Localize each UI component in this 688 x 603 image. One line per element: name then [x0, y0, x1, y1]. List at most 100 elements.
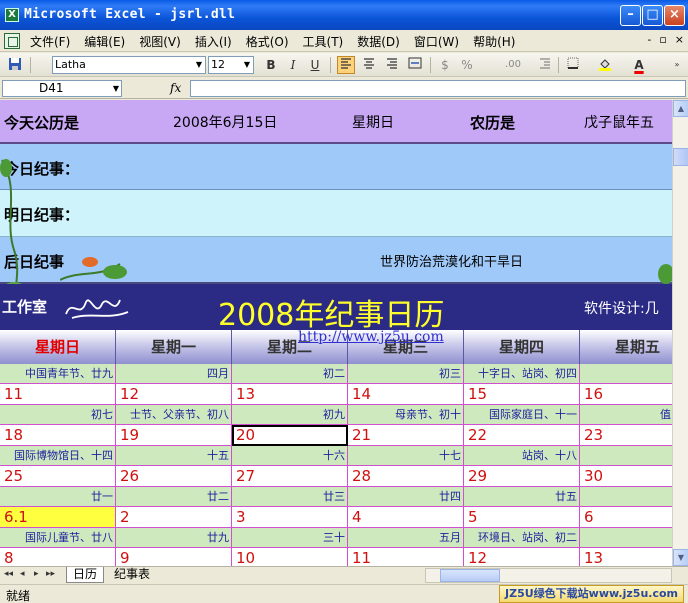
lunar-cell[interactable]: 十七 — [348, 446, 464, 466]
lunar-cell[interactable]: 廿五 — [464, 487, 580, 507]
date-cell[interactable]: 15 — [464, 384, 580, 405]
workbook-icon[interactable] — [4, 33, 20, 49]
date-cell[interactable]: 29 — [464, 466, 580, 487]
name-box[interactable]: D41 ▼ — [2, 80, 122, 97]
lunar-cell[interactable]: 初二 — [232, 364, 348, 384]
toolbar-options-icon[interactable]: » — [668, 56, 686, 74]
date-cell[interactable]: 22 — [464, 425, 580, 446]
lunar-cell[interactable]: 中国青年节、廿九 — [0, 364, 116, 384]
weekday-header-cell[interactable]: 星期四 — [464, 330, 580, 364]
menu-item-2[interactable]: 视图(V) — [139, 33, 181, 50]
date-cell[interactable]: 13 — [232, 384, 348, 405]
date-cell[interactable]: 6 — [580, 507, 672, 528]
menu-item-5[interactable]: 工具(T) — [303, 33, 344, 50]
date-cell[interactable]: 4 — [348, 507, 464, 528]
italic-button[interactable]: I — [284, 56, 302, 74]
tab-events[interactable]: 纪事表 — [108, 567, 156, 583]
lunar-cell[interactable]: 三十 — [232, 528, 348, 548]
weekday-header-cell[interactable]: 星期日 — [0, 330, 116, 364]
date-cell[interactable]: 11 — [0, 384, 116, 405]
date-cell[interactable]: 8 — [0, 548, 116, 566]
lunar-cell[interactable]: 初九 — [232, 405, 348, 425]
menu-item-1[interactable]: 编辑(E) — [84, 33, 125, 50]
date-cell[interactable]: 28 — [348, 466, 464, 487]
vertical-scrollbar[interactable]: ▲ ▼ — [672, 100, 688, 566]
date-cell[interactable]: 18 — [0, 425, 116, 446]
weekday-header-cell[interactable]: 星期五 — [580, 330, 672, 364]
lunar-cell[interactable]: 初三 — [348, 364, 464, 384]
date-cell[interactable]: 23 — [580, 425, 672, 446]
date-cell[interactable]: 13 — [580, 548, 672, 566]
menu-item-8[interactable]: 帮助(H) — [473, 33, 515, 50]
menu-item-3[interactable]: 插入(I) — [195, 33, 232, 50]
date-cell[interactable]: 10 — [232, 548, 348, 566]
lunar-cell[interactable]: 廿四 — [348, 487, 464, 507]
close-button[interactable]: × — [664, 5, 685, 26]
lunar-cell[interactable]: 初七 — [0, 405, 116, 425]
lunar-cell[interactable]: 十六 — [232, 446, 348, 466]
lunar-cell[interactable] — [580, 446, 672, 466]
date-cell[interactable]: 21 — [348, 425, 464, 446]
menu-item-7[interactable]: 窗口(W) — [414, 33, 459, 50]
date-cell[interactable]: 3 — [232, 507, 348, 528]
borders-icon[interactable] — [564, 56, 582, 74]
date-cell[interactable]: 11 — [348, 548, 464, 566]
menu-item-6[interactable]: 数据(D) — [357, 33, 400, 50]
tab-next-icon[interactable]: ▸ — [34, 569, 39, 579]
scroll-down-icon[interactable]: ▼ — [673, 549, 688, 566]
lunar-cell[interactable]: 五月 — [348, 528, 464, 548]
scroll-up-icon[interactable]: ▲ — [673, 100, 688, 117]
maximize-button[interactable]: □ — [642, 5, 663, 26]
font-size-select[interactable]: 12 ▼ — [208, 56, 254, 74]
save-icon[interactable] — [6, 56, 24, 74]
workbook-restore-button[interactable]: ▫ — [659, 33, 666, 46]
lunar-cell[interactable]: 廿一 — [0, 487, 116, 507]
date-cell[interactable]: 2 — [116, 507, 232, 528]
date-cell[interactable]: 30 — [580, 466, 672, 487]
date-cell[interactable]: 12 — [464, 548, 580, 566]
lunar-cell[interactable] — [580, 487, 672, 507]
date-cell[interactable]: 16 — [580, 384, 672, 405]
date-cell[interactable]: 12 — [116, 384, 232, 405]
excel-app-icon[interactable]: X — [5, 8, 19, 22]
bold-button[interactable]: B — [262, 56, 280, 74]
lunar-cell[interactable]: 廿二 — [116, 487, 232, 507]
horizontal-scrollbar[interactable] — [425, 568, 672, 583]
lunar-cell[interactable]: 环境日、站岗、初二 — [464, 528, 580, 548]
lunar-cell[interactable]: 国际家庭日、十一 — [464, 405, 580, 425]
lunar-cell[interactable] — [580, 528, 672, 548]
tab-prev-icon[interactable]: ◂ — [20, 569, 25, 579]
minimize-button[interactable]: – — [620, 5, 641, 26]
lunar-cell[interactable]: 国际儿童节、廿八 — [0, 528, 116, 548]
scroll-thumb[interactable] — [673, 148, 688, 166]
lunar-cell[interactable]: 站岗、十八 — [464, 446, 580, 466]
fill-color-icon[interactable] — [596, 56, 614, 74]
lunar-cell[interactable]: 值日、 — [580, 405, 672, 425]
menu-item-0[interactable]: 文件(F) — [30, 33, 70, 50]
align-left-icon[interactable] — [337, 56, 355, 74]
align-center-icon[interactable] — [360, 56, 378, 74]
indent-icon[interactable] — [536, 56, 554, 74]
date-cell[interactable]: 27 — [232, 466, 348, 487]
tab-last-icon[interactable]: ▸▸ — [46, 569, 55, 579]
formula-input[interactable] — [190, 80, 686, 97]
align-right-icon[interactable] — [383, 56, 401, 74]
weekday-header-cell[interactable]: 星期一 — [116, 330, 232, 364]
merge-center-icon[interactable] — [406, 56, 424, 74]
date-cell[interactable]: 14 — [348, 384, 464, 405]
increase-decimal-icon[interactable]: .00 — [504, 56, 522, 74]
underline-button[interactable]: U — [306, 56, 324, 74]
lunar-cell[interactable]: 十字日、站岗、初四 — [464, 364, 580, 384]
function-icon[interactable]: fx — [170, 81, 181, 95]
hscroll-thumb[interactable] — [440, 569, 500, 582]
font-name-select[interactable]: Latha ▼ — [52, 56, 206, 74]
workbook-minimize-button[interactable]: - — [647, 33, 651, 46]
currency-icon[interactable]: $ — [436, 56, 454, 74]
website-link[interactable]: http://www.jz5u.com — [298, 329, 444, 345]
date-cell[interactable]: 20 — [232, 425, 348, 446]
lunar-cell[interactable]: 国际博物馆日、十四 — [0, 446, 116, 466]
worksheet[interactable]: 今天公历是 2008年6月15日 星期日 农历是 戊子鼠年五 今日纪事： 明日纪… — [0, 100, 672, 566]
date-cell[interactable]: 19 — [116, 425, 232, 446]
tab-first-icon[interactable]: ◂◂ — [4, 569, 13, 579]
lunar-cell[interactable]: 士节、父亲节、初八 — [116, 405, 232, 425]
